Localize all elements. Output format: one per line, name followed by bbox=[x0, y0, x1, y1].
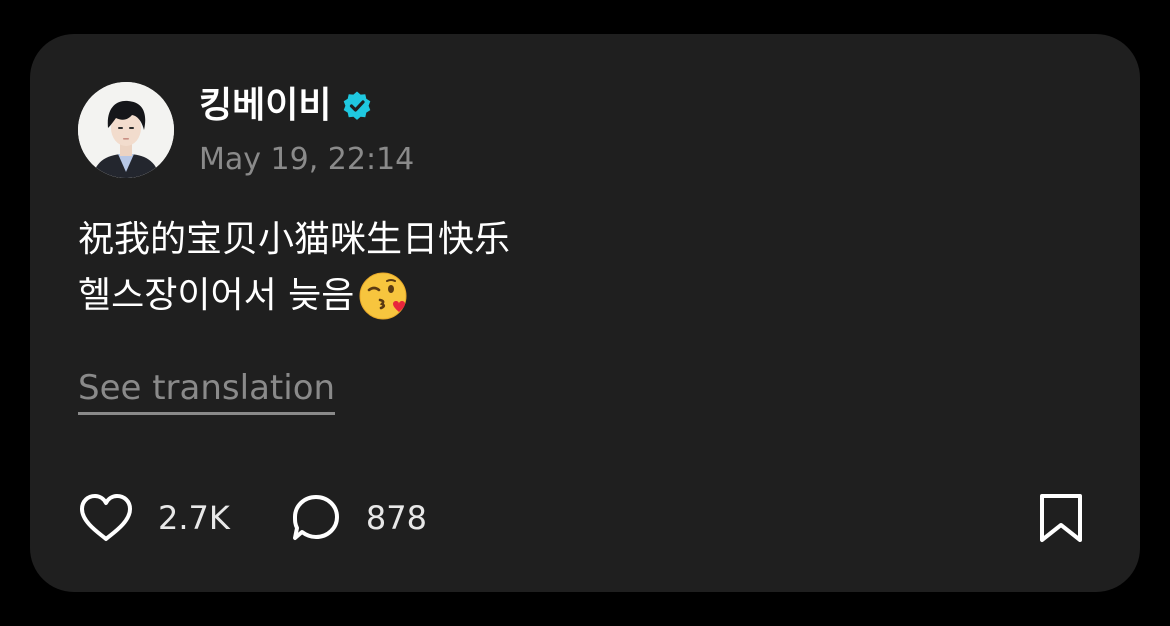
username[interactable]: 킹베이비 bbox=[199, 78, 331, 134]
avatar[interactable] bbox=[78, 82, 174, 178]
heart-icon bbox=[80, 494, 132, 541]
post-card: 킹베이비 May 19, 22:14 祝我的宝贝小猫咪生日快乐 헬스장이어서 늦… bbox=[30, 34, 1140, 592]
post-timestamp: May 19, 22:14 bbox=[199, 142, 415, 177]
verified-badge-icon bbox=[341, 90, 373, 122]
kissing-face-with-heart-emoji-icon bbox=[358, 270, 410, 322]
post-body: 祝我的宝贝小猫咪生日快乐 헬스장이어서 늦음 bbox=[78, 212, 510, 324]
post-body-line: 祝我的宝贝小猫咪生日快乐 bbox=[78, 219, 511, 260]
post-body-text: 헬스장이어서 늦음 bbox=[78, 275, 355, 316]
comment-count: 878 bbox=[365, 499, 427, 537]
action-bar: 2.7K 878 bbox=[78, 488, 427, 548]
author-row: 킹베이비 bbox=[199, 78, 373, 134]
see-translation-link[interactable]: See translation bbox=[78, 366, 336, 415]
bookmark-button[interactable] bbox=[1036, 492, 1086, 544]
avatar-image bbox=[78, 82, 174, 178]
comment-bubble-icon bbox=[292, 495, 339, 540]
like-count: 2.7K bbox=[158, 499, 230, 537]
bookmark-icon bbox=[1040, 494, 1082, 542]
comment-button[interactable]: 878 bbox=[290, 493, 427, 543]
post-body-line-2: 헬스장이어서 늦음 bbox=[78, 268, 510, 324]
like-button[interactable]: 2.7K bbox=[78, 493, 230, 543]
